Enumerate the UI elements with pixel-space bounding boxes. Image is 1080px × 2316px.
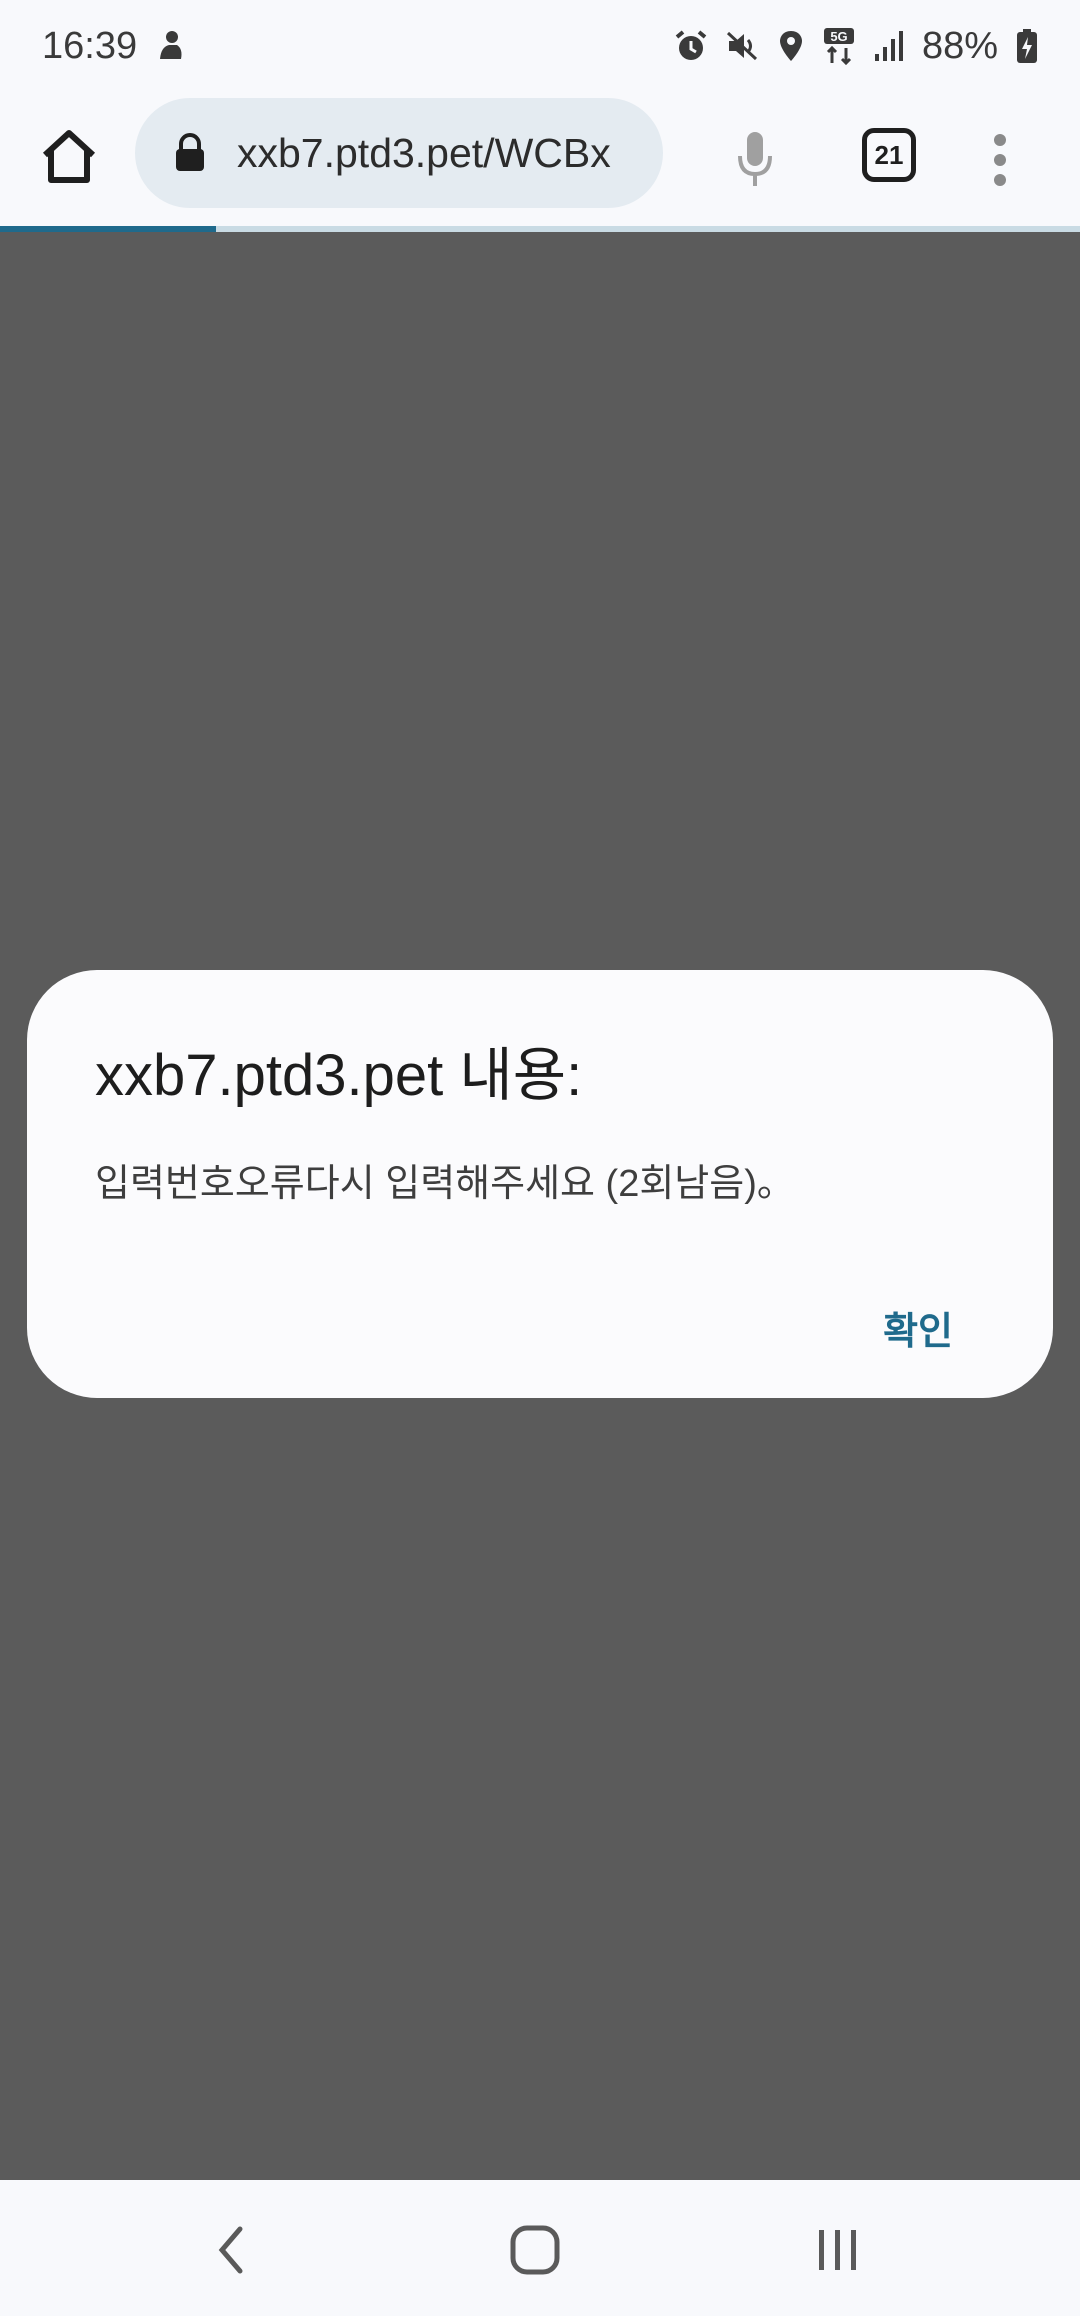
battery-charging-icon <box>1016 28 1038 64</box>
recent-apps-icon <box>819 2230 856 2270</box>
dialog-title: xxb7.ptd3.pet 내용: <box>95 1043 583 1108</box>
more-menu-button[interactable] <box>980 120 1020 200</box>
home-icon <box>42 130 96 183</box>
home-nav-button[interactable] <box>495 2210 575 2290</box>
back-button[interactable] <box>192 2210 272 2290</box>
network-5g-icon: 5G <box>822 26 856 66</box>
browser-toolbar: xxb7.ptd3.pet/WCBx 21 <box>0 92 1080 228</box>
dialog-message: 입력번호오류다시 입력해주세요 (2회남음)。 <box>95 1163 795 1205</box>
address-bar[interactable]: xxb7.ptd3.pet/WCBx <box>135 98 663 208</box>
page-load-progress-fill <box>0 226 216 232</box>
status-left: 16:39 <box>42 25 185 68</box>
home-button[interactable] <box>34 122 104 192</box>
system-nav-bar <box>0 2180 1080 2316</box>
status-right: 5G 88% <box>674 25 1038 68</box>
tab-switcher-button[interactable]: 21 <box>862 128 916 182</box>
mute-icon <box>726 29 760 63</box>
signal-icon <box>874 30 904 62</box>
lock-icon <box>176 133 204 171</box>
status-time: 16:39 <box>42 24 138 67</box>
notification-icon <box>155 29 185 63</box>
recent-apps-button[interactable] <box>798 2210 878 2290</box>
battery-percent: 88% <box>921 24 998 67</box>
tab-count: 21 <box>874 139 904 170</box>
voice-search-button[interactable] <box>720 120 790 200</box>
svg-text:5G: 5G <box>830 29 847 44</box>
status-bar: 16:39 5G 88% <box>0 0 1080 92</box>
screen: 16:39 5G 88% xxb7.ptd3.pet/WCBx 21 xxb7.… <box>0 0 1080 2316</box>
alert-dialog: xxb7.ptd3.pet 내용: 입력번호오류다시 입력해주세요 (2회남음)… <box>27 970 1053 1398</box>
alarm-icon <box>674 29 708 63</box>
url-text[interactable]: xxb7.ptd3.pet/WCBx <box>237 130 647 177</box>
more-vert-icon <box>994 134 1006 186</box>
home-nav-icon <box>510 2225 560 2275</box>
back-icon <box>218 2226 243 2274</box>
location-icon <box>778 29 804 63</box>
page-load-progress <box>0 226 1080 232</box>
microphone-icon <box>738 132 772 186</box>
dialog-ok-button[interactable]: 확인 <box>883 1300 953 1355</box>
